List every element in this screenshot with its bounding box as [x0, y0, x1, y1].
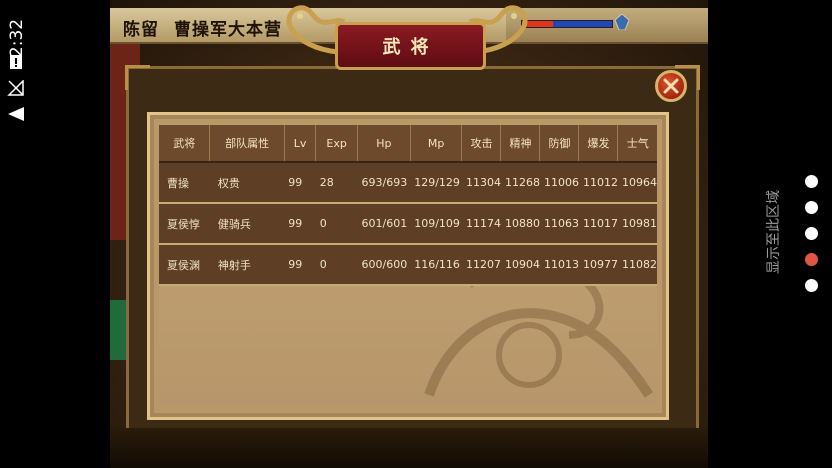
generals-table-area[interactable]: 武将 部队属性 Lv Exp Hp Mp 攻击 精神 防御 爆发 士气 曹操 权… [159, 125, 657, 407]
camp-name: 曹操军大本营 [174, 20, 282, 40]
col-header: 武将 [159, 125, 211, 163]
cell-lv: 99 [284, 244, 316, 286]
game-viewport[interactable]: 陈留 曹操军大本营 武将 武将 部队属性 Lv Exp Hp Mp 攻击 精神 … [110, 0, 708, 468]
cell-general: 夏侯渊 [159, 244, 210, 286]
bottom-toolbar-strip [110, 428, 708, 468]
cell-exp: 0 [315, 203, 358, 245]
col-header: Hp [357, 125, 411, 163]
display-area-label: 显示至此区域 [766, 190, 782, 274]
cell-hp: 600/600 [357, 244, 411, 286]
dialog-corner [125, 65, 150, 90]
col-header: 爆发 [578, 125, 619, 163]
status-time: 2:32 [7, 18, 27, 58]
table-row[interactable]: 夏侯惇 健骑兵 99 0 601/601 109/109 11174 10880… [159, 203, 657, 245]
col-header: 部队属性 [209, 125, 285, 163]
col-header: 精神 [500, 125, 541, 163]
cell-mp: 109/109 [410, 203, 462, 245]
cell-attack: 11174 [461, 203, 501, 245]
nav-dot[interactable] [805, 175, 818, 188]
cell-unit-type: 神射手 [209, 244, 285, 286]
cell-spirit: 10904 [500, 244, 540, 286]
cell-burst: 11017 [578, 203, 618, 245]
cell-general: 曹操 [159, 162, 210, 204]
city-name: 陈留 [123, 20, 159, 40]
cell-hp: 601/601 [357, 203, 411, 245]
cell-spirit: 11268 [500, 162, 540, 204]
table-row[interactable]: 夏侯渊 神射手 99 0 600/600 116/116 11207 10904… [159, 244, 657, 286]
col-header: 攻击 [461, 125, 502, 163]
cell-general: 夏侯惇 [159, 203, 210, 245]
cell-burst: 11012 [578, 162, 618, 204]
cell-defense: 11063 [539, 203, 579, 245]
close-button[interactable] [655, 70, 687, 102]
cell-spirit: 10880 [500, 203, 540, 245]
nav-dot[interactable] [805, 227, 818, 240]
cell-morale: 10964 [617, 162, 657, 204]
col-header: 士气 [617, 125, 657, 163]
cell-attack: 11304 [461, 162, 501, 204]
cell-defense: 11013 [539, 244, 579, 286]
cell-lv: 99 [284, 162, 316, 204]
cell-attack: 11207 [461, 244, 501, 286]
generals-table: 武将 部队属性 Lv Exp Hp Mp 攻击 精神 防御 爆发 士气 曹操 权… [159, 125, 657, 286]
col-header: 防御 [539, 125, 580, 163]
cell-morale: 11082 [617, 244, 657, 286]
cell-exp: 28 [315, 162, 358, 204]
table-row[interactable]: 曹操 权贵 99 28 693/693 129/129 11304 11268 … [159, 162, 657, 204]
dialog-title: 武将 [382, 37, 439, 58]
nav-dot[interactable] [805, 279, 818, 292]
cell-lv: 99 [284, 203, 316, 245]
cell-unit-type: 权贵 [209, 162, 285, 204]
wifi-icon [8, 107, 24, 121]
cell-burst: 10977 [578, 244, 618, 286]
emblem-icon [615, 14, 629, 30]
cell-exp: 0 [315, 244, 358, 286]
generals-panel: 武将 部队属性 Lv Exp Hp Mp 攻击 精神 防御 爆发 士气 曹操 权… [147, 112, 669, 420]
col-header: Mp [410, 125, 463, 163]
close-x-icon [663, 78, 679, 94]
nav-dot-active[interactable] [805, 253, 818, 266]
col-header: Lv [284, 125, 317, 163]
cell-mp: 129/129 [410, 162, 462, 204]
table-header-row: 武将 部队属性 Lv Exp Hp Mp 攻击 精神 防御 爆发 士气 [159, 125, 657, 163]
nav-dot[interactable] [805, 201, 818, 214]
cell-morale: 10981 [617, 203, 657, 245]
no-signal-icon [7, 80, 24, 96]
cell-defense: 11006 [539, 162, 579, 204]
sim-alert-icon [10, 55, 22, 69]
cell-unit-type: 健骑兵 [209, 203, 285, 245]
col-header: Exp [315, 125, 359, 163]
cell-hp: 693/693 [357, 162, 411, 204]
dialog-title-banner: 武将 [335, 22, 486, 70]
cell-mp: 116/116 [410, 244, 462, 286]
android-status-bar: 2:32 [0, 0, 34, 468]
